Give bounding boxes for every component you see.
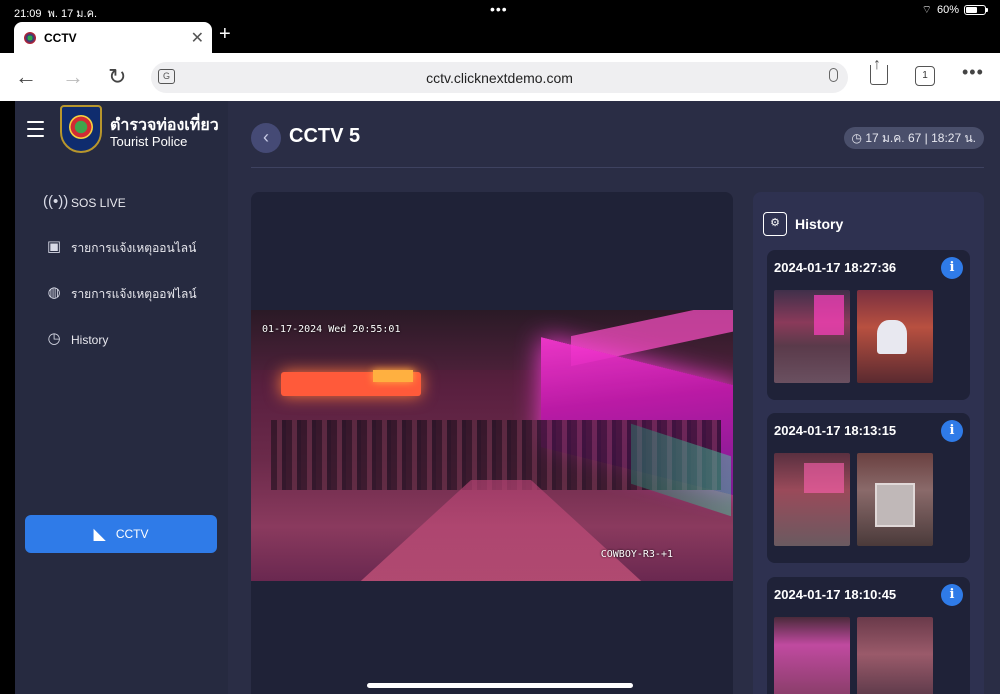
- event-time: 2024-01-17 18:27:36: [774, 260, 897, 275]
- event-thumbnail[interactable]: [774, 290, 850, 383]
- sidebar-item-online-reports[interactable]: ▣ รายการแจ้งเหตุออนไลน์: [43, 237, 196, 259]
- tab-title: CCTV: [44, 30, 77, 45]
- cctv-camera-icon: ◣: [93, 526, 106, 543]
- history-header: ⚙ History: [763, 212, 843, 236]
- event-thumbnail[interactable]: [857, 617, 933, 694]
- share-icon[interactable]: [870, 56, 888, 85]
- sidebar-item-label: รายการแจ้งเหตุออฟไลน์: [71, 286, 197, 301]
- cctv-video-feed[interactable]: 01-17-2024 Wed 20:55:01 COWBOY-R3-+1: [251, 310, 733, 581]
- battery-icon: [964, 5, 988, 15]
- tourist-police-logo: [60, 105, 102, 153]
- more-options-icon[interactable]: •••: [962, 62, 984, 83]
- sidebar-item-history[interactable]: ◷ History: [43, 329, 108, 351]
- camera-label: COWBOY-R3-+1: [600, 549, 673, 560]
- battery-percent: 60%: [936, 4, 959, 16]
- status-bar: 21:09 พ. 17 ม.ค. ••• ⌔ 60%: [0, 0, 1000, 20]
- history-event[interactable]: 2024-01-17 18:27:36 i: [767, 250, 970, 400]
- history-panel: ⚙ History 2024-01-17 18:27:36 i 2024-01-…: [753, 192, 984, 694]
- info-icon[interactable]: i: [941, 420, 963, 442]
- new-tab-icon[interactable]: +: [219, 23, 231, 46]
- info-icon[interactable]: i: [941, 584, 963, 606]
- sidebar: ตำรวจท่องเที่ยว Tourist Police ((•)) SOS…: [15, 101, 228, 694]
- event-thumbnail[interactable]: [774, 617, 850, 694]
- close-tab-icon[interactable]: ✕: [191, 28, 204, 48]
- online-report-icon: ▣: [46, 238, 62, 255]
- home-indicator[interactable]: [367, 683, 633, 688]
- event-thumbnail[interactable]: [857, 453, 933, 546]
- sidebar-item-label: รายการแจ้งเหตุออนไลน์: [71, 240, 197, 255]
- app: ตำรวจท่องเที่ยว Tourist Police ((•)) SOS…: [15, 101, 1000, 694]
- header-divider: [251, 167, 984, 168]
- event-thumbnail[interactable]: [774, 453, 850, 546]
- back-button[interactable]: ‹: [251, 123, 281, 153]
- cctv-button[interactable]: ◣ CCTV: [25, 515, 217, 553]
- favicon-icon: [24, 31, 36, 44]
- brand-name-english: Tourist Police: [110, 134, 188, 149]
- cctv-button-label: CCTV: [115, 527, 149, 541]
- sidebar-item-label: SOS LIVE: [71, 196, 126, 210]
- broadcast-icon: ((•)): [43, 193, 69, 210]
- history-event[interactable]: 2024-01-17 18:13:15 i: [767, 413, 970, 563]
- event-time: 2024-01-17 18:13:15: [774, 423, 897, 438]
- hamburger-menu-icon[interactable]: [27, 121, 44, 142]
- back-arrow-icon[interactable]: ←: [15, 64, 37, 90]
- multitask-dots[interactable]: •••: [490, 1, 508, 17]
- video-timestamp: 01-17-2024 Wed 20:55:01: [262, 324, 401, 335]
- event-time: 2024-01-17 18:10:45: [774, 587, 897, 602]
- clock-icon: ◷: [851, 131, 862, 145]
- info-icon[interactable]: i: [941, 257, 963, 279]
- globe-icon: ◍: [47, 284, 61, 301]
- url-text[interactable]: cctv.clicknextdemo.com: [151, 70, 848, 86]
- sidebar-item-sos-live[interactable]: ((•)) SOS LIVE: [43, 192, 126, 214]
- history-title: History: [795, 216, 844, 232]
- history-icon: ◷: [47, 330, 61, 347]
- video-card: 01-17-2024 Wed 20:55:01 COWBOY-R3-+1: [251, 192, 733, 694]
- status-right: ⌔ 60%: [921, 3, 988, 17]
- event-thumbnail[interactable]: [857, 290, 933, 383]
- browser-tab[interactable]: CCTV ✕: [14, 22, 212, 53]
- forward-arrow-icon[interactable]: →: [62, 64, 84, 90]
- datetime-badge: ◷ 17 ม.ค. 67 | 18:27 น.: [843, 127, 984, 149]
- tab-count-button[interactable]: 1: [915, 66, 935, 86]
- navigation-bar: ← → ↻ G cctv.clicknextdemo.com 1 •••: [0, 53, 1000, 101]
- history-event[interactable]: 2024-01-17 18:10:45 i: [767, 577, 970, 694]
- address-bar[interactable]: G cctv.clicknextdemo.com: [151, 62, 848, 93]
- history-chart-icon: ⚙: [763, 212, 787, 236]
- wifi-icon: ⌔: [921, 4, 932, 16]
- reload-icon[interactable]: ↻: [108, 64, 126, 90]
- chevron-left-icon: ‹: [263, 127, 269, 147]
- sidebar-item-offline-reports[interactable]: ◍ รายการแจ้งเหตุออฟไลน์: [43, 283, 197, 305]
- page-title: CCTV 5: [289, 125, 361, 147]
- microphone-icon[interactable]: [829, 68, 838, 82]
- sidebar-item-label: History: [71, 333, 109, 347]
- tab-bar: CCTV ✕ +: [0, 20, 1000, 53]
